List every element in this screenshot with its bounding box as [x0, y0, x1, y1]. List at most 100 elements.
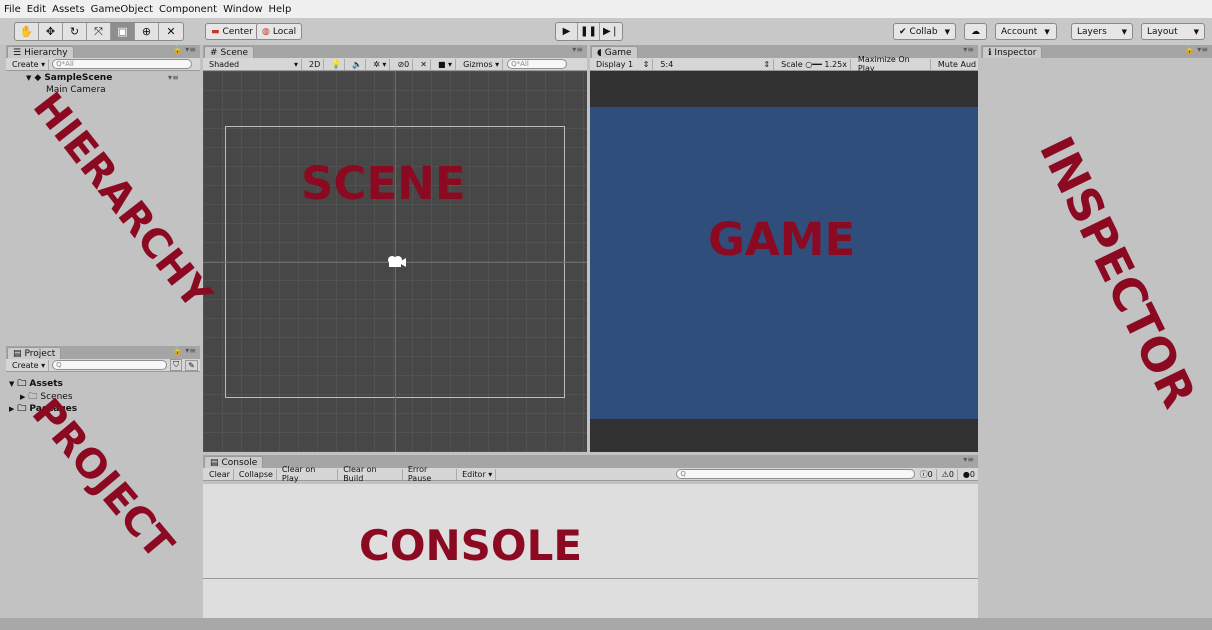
panel-menu-icon[interactable]: ▾≡ — [963, 455, 974, 464]
create-button[interactable]: Create ▾ — [9, 58, 50, 70]
pivot-center-button[interactable]: ▬ Center — [205, 23, 259, 40]
rect-tool-icon[interactable]: ▣ — [111, 23, 135, 40]
layout-label: Layout — [1147, 26, 1178, 37]
hierarchy-toolbar: Create ▾ Q*All — [6, 58, 200, 71]
console-panel: ▤ Console ▾≡ Clear Collapse Clear on Pla… — [203, 455, 978, 618]
collab-dropdown[interactable]: ✔ Collab ▼ — [893, 23, 956, 40]
search-placeholder: Q*All — [511, 60, 529, 68]
shading-label: Shaded — [209, 59, 240, 69]
move-tool-icon[interactable]: ✥ — [39, 23, 63, 40]
folder-icon: 🗀 — [17, 404, 27, 414]
panel-menu-icon[interactable]: ▾≡ — [572, 45, 583, 54]
console-search-input[interactable]: Q — [676, 469, 915, 479]
scale-tool-icon[interactable]: ⤧ — [87, 23, 111, 40]
aspect-dropdown[interactable]: 5:4 ⇕ — [657, 58, 775, 70]
error-pause-toggle[interactable]: Error Pause — [405, 465, 458, 483]
main-toolbar: ✋ ✥ ↻ ⤧ ▣ ⊕ ✕ ▬ Center ◍ Local ▶ ❚❚ ▶❘ ✔… — [0, 18, 1212, 45]
tools-icon[interactable]: ✕ — [417, 58, 431, 70]
play-button[interactable]: ▶ — [556, 23, 578, 40]
scene-search-input[interactable]: Q*All — [507, 59, 568, 69]
menu-file[interactable]: File — [4, 4, 21, 15]
search-icon: Q — [56, 361, 62, 369]
custom-tool-icon[interactable]: ✕ — [159, 23, 183, 40]
layout-dropdown[interactable]: Layout ▼ — [1141, 23, 1205, 40]
warning-count-toggle[interactable]: ⚠ 0 — [939, 468, 958, 480]
clear-on-build-toggle[interactable]: Clear on Build — [340, 465, 403, 483]
display-dropdown[interactable]: Display 1 ⇕ — [593, 58, 654, 70]
editor-dropdown[interactable]: Editor ▾ — [459, 468, 497, 480]
tab-hierarchy[interactable]: ☰ Hierarchy — [7, 46, 74, 58]
scene-viewport[interactable] — [203, 71, 587, 452]
mute-audio-toggle[interactable]: Mute Aud — [935, 59, 978, 70]
scale-slider[interactable]: Scale ○━━ 1.25x — [778, 58, 851, 70]
local-label: Local — [272, 26, 297, 37]
rotate-tool-icon[interactable]: ↻ — [63, 23, 87, 40]
eye-slash-icon: ⊘ — [397, 59, 405, 69]
pivot-local-button[interactable]: ◍ Local — [256, 23, 303, 40]
hidden-count: 0 — [404, 59, 410, 69]
panel-menu-icon[interactable]: 🔒 ▾≡ — [1185, 45, 1208, 54]
tab-scene[interactable]: # Scene — [204, 46, 254, 58]
collapse-toggle[interactable]: Collapse — [236, 468, 277, 480]
hand-tool-icon[interactable]: ✋ — [15, 23, 39, 40]
maximize-on-play-toggle[interactable]: Maximize On Play — [855, 55, 931, 73]
editor-label: Editor — [462, 469, 486, 479]
menu-edit[interactable]: Edit — [27, 4, 46, 15]
collab-label: Collab — [909, 26, 938, 37]
folder-icon: ▤ — [13, 348, 22, 359]
console-overlay-label: CONSOLE — [359, 521, 583, 570]
layers-label: Layers — [1077, 26, 1107, 37]
filter-type-icon[interactable]: ⛉ — [170, 359, 183, 371]
project-tab-label: Project — [24, 348, 56, 359]
game-toolbar: Display 1 ⇕ 5:4 ⇕ Scale ○━━ 1.25x Maximize… — [590, 55, 978, 73]
shading-mode-dropdown[interactable]: Shaded ▾ — [206, 58, 302, 70]
panel-menu-icon[interactable]: 🔒 ▾≡ — [173, 346, 196, 355]
tab-project[interactable]: ▤ Project — [7, 347, 62, 359]
camera-dropdown-icon[interactable]: ■ ▾ — [435, 58, 457, 70]
step-button[interactable]: ▶❘ — [600, 23, 622, 40]
tab-inspector[interactable]: ℹ Inspector — [982, 46, 1043, 58]
camera-icon[interactable] — [387, 255, 407, 269]
panel-menu-icon[interactable]: 🔒 ▾≡ — [173, 45, 196, 54]
error-count-toggle[interactable]: ● 0 — [960, 469, 978, 480]
filter-label-icon[interactable]: ✎ — [185, 359, 198, 371]
toggle-2d-button[interactable]: 2D — [306, 58, 325, 70]
menu-bar: File Edit Assets GameObject Component Wi… — [0, 0, 1212, 18]
transform-tool-icon[interactable]: ⊕ — [135, 23, 159, 40]
game-overlay-label: GAME — [708, 213, 856, 266]
create-button[interactable]: Create ▾ — [9, 359, 50, 371]
gizmos-dropdown[interactable]: Gizmos ▾ — [460, 58, 504, 70]
account-dropdown[interactable]: Account ▼ — [995, 23, 1057, 40]
expand-arrow-icon: ▶ — [9, 405, 15, 413]
log-count-toggle[interactable]: ⓘ 0 — [917, 468, 937, 480]
game-tab-label: Game — [604, 47, 632, 58]
menu-assets[interactable]: Assets — [52, 4, 85, 15]
pause-button[interactable]: ❚❚ — [578, 23, 600, 40]
menu-gameobject[interactable]: GameObject — [91, 4, 153, 15]
console-log-area[interactable] — [203, 484, 978, 618]
panel-menu-icon[interactable]: ▾≡ — [963, 45, 974, 54]
audio-toggle-icon[interactable]: 🔈 — [349, 58, 367, 70]
inspector-tabbar: ℹ Inspector 🔒 ▾≡ — [981, 45, 1212, 58]
menu-window[interactable]: Window — [223, 4, 262, 15]
hidden-objects-toggle[interactable]: ⊘ 0 — [394, 58, 414, 70]
project-search-input[interactable]: Q — [52, 360, 168, 370]
scene-root-item[interactable]: ▼ ◆ SampleScene — [26, 73, 112, 83]
tab-console[interactable]: ▤ Console — [204, 456, 264, 468]
clear-button[interactable]: Clear — [206, 468, 234, 480]
effects-dropdown-icon[interactable]: ✲ ▾ — [370, 58, 391, 70]
layers-dropdown[interactable]: Layers ▼ — [1071, 23, 1133, 40]
pivot-label: Center — [222, 26, 253, 37]
scene-tabbar: # Scene ▾≡ — [203, 45, 587, 58]
cloud-button[interactable]: ☁ — [964, 23, 987, 40]
play-icon: ▶ — [562, 26, 571, 37]
clear-on-play-toggle[interactable]: Clear on Play — [279, 465, 339, 483]
menu-help[interactable]: Help — [269, 4, 292, 15]
tab-game[interactable]: ◖ Game — [591, 46, 638, 58]
scene-options-icon[interactable]: ▾≡ — [168, 73, 179, 82]
menu-component[interactable]: Component — [159, 4, 217, 15]
cloud-icon: ☁ — [971, 26, 980, 37]
info-icon: ℹ — [988, 47, 992, 58]
lighting-toggle-icon[interactable]: 💡 — [328, 58, 346, 70]
hierarchy-search-input[interactable]: Q*All — [52, 59, 193, 69]
